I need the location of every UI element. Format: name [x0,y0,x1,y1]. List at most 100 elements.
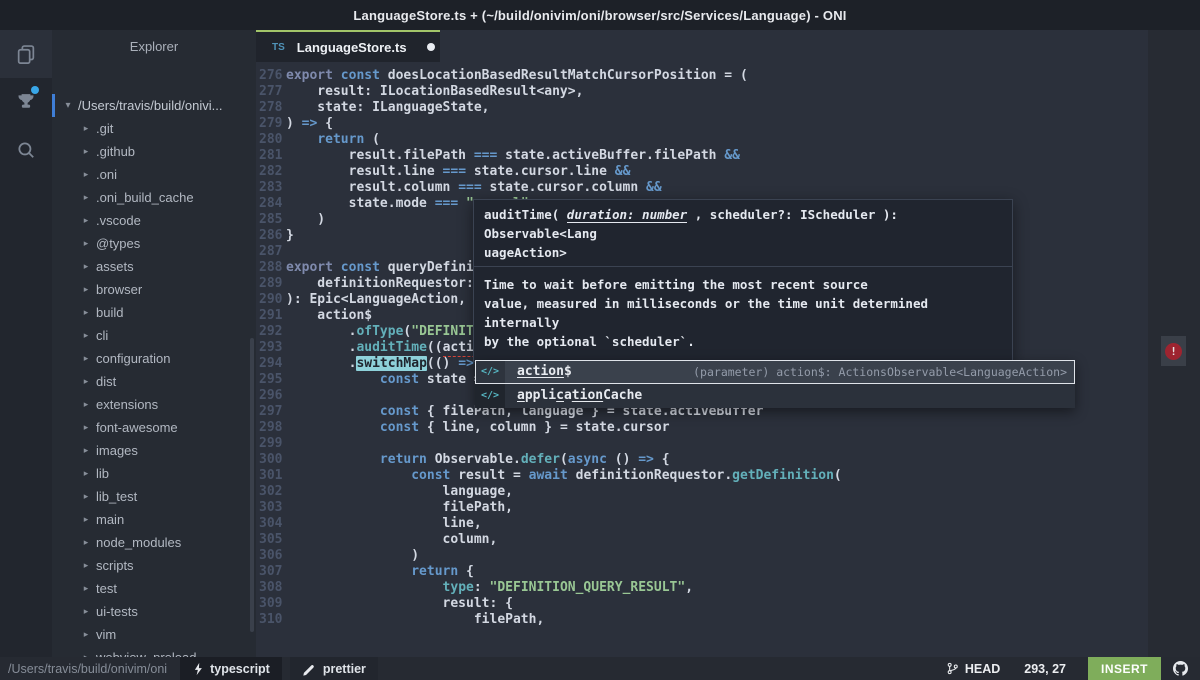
tree-item-webview-preload[interactable]: ▸webview_preload [52,646,256,657]
code-token: === [434,196,459,211]
tree-item--git[interactable]: ▸ .git [52,117,256,140]
code-line-307[interactable]: 307 return { [256,564,1200,580]
code-line-302[interactable]: 302 language, [256,484,1200,500]
line-number: 288 [259,260,283,275]
tree-item-browser[interactable]: ▸ browser [52,278,256,301]
code-token: => [458,356,474,371]
code-token: { [653,452,670,467]
code-line-300[interactable]: 300 return Observable.defer(async () => … [256,452,1200,468]
git-branch-icon [947,662,958,675]
explorer-panel: Explorer ▾ /Users/travis/build/onivi... ▸.… [52,30,256,657]
tree-item-lib[interactable]: ▸ lib [52,462,256,485]
code-line-282[interactable]: 282 result.line === state.cursor.line && [256,164,1200,180]
sidebar-item-search[interactable] [0,126,52,174]
code-token: getDefinition [732,468,834,483]
line-number: 289 [259,276,283,291]
code-line-279[interactable]: 279) => { [256,116,1200,132]
pen-icon [303,664,314,676]
typescript-status-segment[interactable]: typescript [180,657,282,680]
tree-item-dist[interactable]: ▸ dist [52,370,256,393]
disclosure-arrow-icon: ▸ [83,399,89,409]
code-token: const [379,420,420,435]
code-text: .auditTime((action [286,340,492,357]
line-number: 304 [259,516,283,531]
code-line-303[interactable]: 303 filePath, [256,500,1200,516]
code-line-301[interactable]: 301 const result = await definitionReque… [256,468,1200,484]
code-token: state: ILanguageState, [286,100,490,115]
code-line-281[interactable]: 281 result.filePath === state.activeBuff… [256,148,1200,164]
code-token: => [638,452,654,467]
signature-text: auditTime( [484,207,567,222]
code-token: state.mode [286,196,435,211]
typescript-label: typescript [210,661,270,676]
code-token: ( [559,452,568,467]
code-token: ( [833,468,842,483]
tree-item-label: test [96,581,117,596]
tree-item-lib-test[interactable]: ▸ lib_test [52,485,256,508]
tree-item--oni[interactable]: ▸ .oni [52,163,256,186]
github-octocat-icon [1173,661,1188,676]
code-line-309[interactable]: 309 result: { [256,596,1200,612]
code-line-308[interactable]: 308 type: "DEFINITION_QUERY_RESULT", [256,580,1200,596]
tree-item--users-travis-build-onivi-[interactable]: ▾ /Users/travis/build/onivi... [52,94,256,117]
label-text: a [563,388,572,403]
tree-item-scripts[interactable]: ▸ scripts [52,554,256,577]
code-text: result: ILocationBasedResult<any>, [286,84,583,99]
code-line-276[interactable]: 276 export const doesLocationBasedResultM… [256,68,1200,84]
tree-item-test[interactable]: ▸ test [52,577,256,600]
cursor-position[interactable]: 293, 27 [1024,662,1066,676]
code-line-298[interactable]: 298 const { line, column } = state.curso… [256,420,1200,436]
editor-pane[interactable]: TS LanguageStore.ts 276 export const does… [256,30,1200,657]
git-branch-indicator[interactable]: HEAD [946,661,1000,676]
tree-item-build[interactable]: ▸ build [52,301,256,324]
tree-item-font-awesome[interactable]: ▸ font-awesome [52,416,256,439]
sidebar-item-files[interactable] [0,30,52,78]
tree-item-configuration[interactable]: ▸ configuration [52,347,256,370]
code-line-305[interactable]: 305 column, [256,532,1200,548]
github-link[interactable] [1173,661,1188,676]
status-bar-right: HEAD 293, 27 INSERT [946,657,1200,680]
match-highlight: a [517,388,525,403]
tab-languagestore[interactable]: TS LanguageStore.ts [256,30,440,62]
code-token: return [379,452,427,467]
tree-item-ui-tests[interactable]: ▸ ui-tests [52,600,256,623]
code-line-283[interactable]: 283 result.column === state.cursor.colum… [256,180,1200,196]
completion-item[interactable]: </> action$ (parameter) action$: ActionsOb… [475,360,1075,384]
sidebar-item-achievements[interactable] [0,78,52,126]
tree-item--types[interactable]: ▸ @types [52,232,256,255]
code-token: return [411,564,459,579]
code-token: === [473,148,498,163]
tree-item-node-modules[interactable]: ▸ node_modules [52,531,256,554]
code-line-278[interactable]: 278 state: ILanguageState, [256,100,1200,116]
code-text: return ( [286,132,380,147]
tree-item-assets[interactable]: ▸ assets [52,255,256,278]
code-line-299[interactable]: 299 [256,436,1200,452]
line-number: 280 [259,132,283,147]
code-line-306[interactable]: 306 ) [256,548,1200,564]
line-number: 293 [259,340,283,355]
prettier-status-segment[interactable]: prettier [289,657,378,680]
code-text: .switchMap(() => { [286,356,490,371]
tree-item--vscode[interactable]: ▸ .vscode [52,209,256,232]
code-token: type [442,580,474,595]
disclosure-arrow-icon: ▸ [83,422,89,432]
signature-help-tooltip: auditTime( duration: number , scheduler?… [473,199,1013,362]
tree-item-main[interactable]: ▸ main [52,508,256,531]
completion-item[interactable]: </> applicationCache [475,384,1075,408]
tree-item-label: cli [96,328,109,343]
code-line-310[interactable]: 310 filePath, [256,612,1200,628]
tree-item-cli[interactable]: ▸ cli [52,324,256,347]
code-line-277[interactable]: 277 result: ILocationBasedResult<any>, [256,84,1200,100]
tree-item--oni-build-cache[interactable]: ▸ .oni_build_cache [52,186,256,209]
tree-item-label: /Users/travis/build/onivi... [78,98,223,113]
tree-item-vim[interactable]: ▸ vim [52,623,256,646]
code-line-304[interactable]: 304 line, [256,516,1200,532]
tree-item--github[interactable]: ▸ .github [52,140,256,163]
tree-item-extensions[interactable]: ▸ extensions [52,393,256,416]
label-text: Cache [603,388,643,403]
code-text: type: "DEFINITION_QUERY_RESULT", [286,580,693,595]
tree-item-label: dist [96,374,117,389]
tree-item-images[interactable]: ▸ images [52,439,256,462]
code-line-280[interactable]: 280 return ( [256,132,1200,148]
explorer-scrollbar[interactable] [250,338,254,632]
